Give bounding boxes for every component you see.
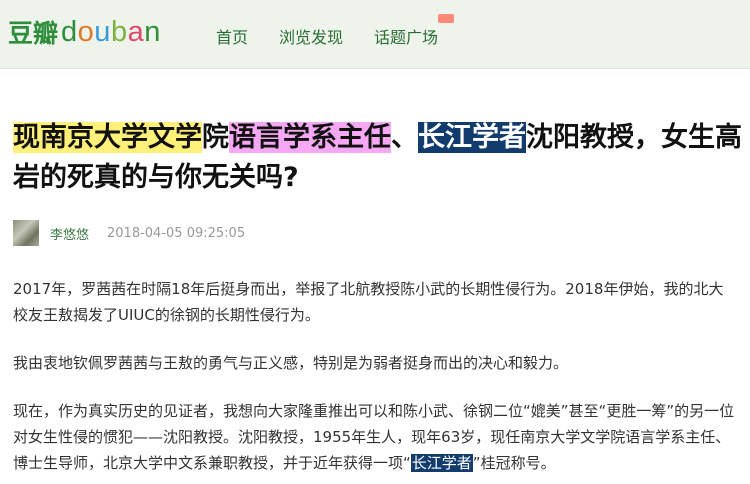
- title-part: 院: [202, 122, 229, 153]
- paragraph-3-text: 现在，作为真实历史的见证者，我想向大家隆重推出可以和陈小武、徐钢二位“媲美”甚至…: [13, 402, 735, 472]
- inline-highlight: 长江学者: [410, 454, 473, 472]
- article-title: 现南京大学文学院语言学系主任、长江学者沈阳教授，女生高岩的死真的与你无关吗?: [13, 118, 743, 198]
- site-header: 豆瓣 douban 首页 浏览发现 话题广场: [0, 0, 750, 69]
- author-name[interactable]: 李悠悠: [50, 224, 89, 243]
- title-part-highlight-yellow: 现南京大学文学: [13, 122, 202, 153]
- logo-letter: o: [77, 15, 95, 48]
- nav-item-topics-label: 话题广场: [374, 28, 439, 47]
- main-nav: 首页 浏览发现 话题广场: [216, 14, 469, 48]
- nav-item-home[interactable]: 首页: [216, 24, 248, 48]
- logo-letter: a: [127, 15, 145, 48]
- paragraph-1: 2017年，罗茜茜在时隔18年后挺身而出，举报了北航教授陈小武的长期性侵行为。2…: [13, 280, 724, 324]
- logo-chinese-text: 豆瓣: [8, 19, 59, 48]
- title-part: 、: [391, 122, 418, 153]
- new-badge-icon: [438, 14, 455, 23]
- logo-letter: u: [94, 15, 111, 48]
- nav-item-topics[interactable]: 话题广场: [374, 14, 455, 48]
- logo-letter: d: [61, 15, 78, 48]
- douban-logo[interactable]: 豆瓣 douban: [8, 12, 161, 52]
- logo-letter: n: [144, 15, 161, 48]
- paragraph-3-text-end: ”桂冠称号。: [472, 454, 556, 472]
- paragraph-3: 现在，作为真实历史的见证者，我想向大家隆重推出可以和陈小武、徐钢二位“媲美”甚至…: [13, 398, 738, 476]
- logo-letter: b: [110, 15, 128, 48]
- publish-date: 2018-04-05 09:25:05: [107, 225, 246, 241]
- nav-item-explore[interactable]: 浏览发现: [279, 24, 343, 48]
- paragraph-2: 我由衷地钦佩罗茜茜与王敖的勇气与正义感，特别是为弱者挺身而出的决心和毅力。: [13, 354, 569, 372]
- logo-english-text: douban: [61, 16, 161, 49]
- title-part-highlight-navy: 长江学者: [418, 122, 526, 153]
- author-avatar[interactable]: [13, 220, 39, 246]
- title-part-highlight-pink: 语言学系主任: [229, 122, 391, 153]
- article-meta: 李悠悠 2018-04-05 09:25:05: [13, 220, 245, 246]
